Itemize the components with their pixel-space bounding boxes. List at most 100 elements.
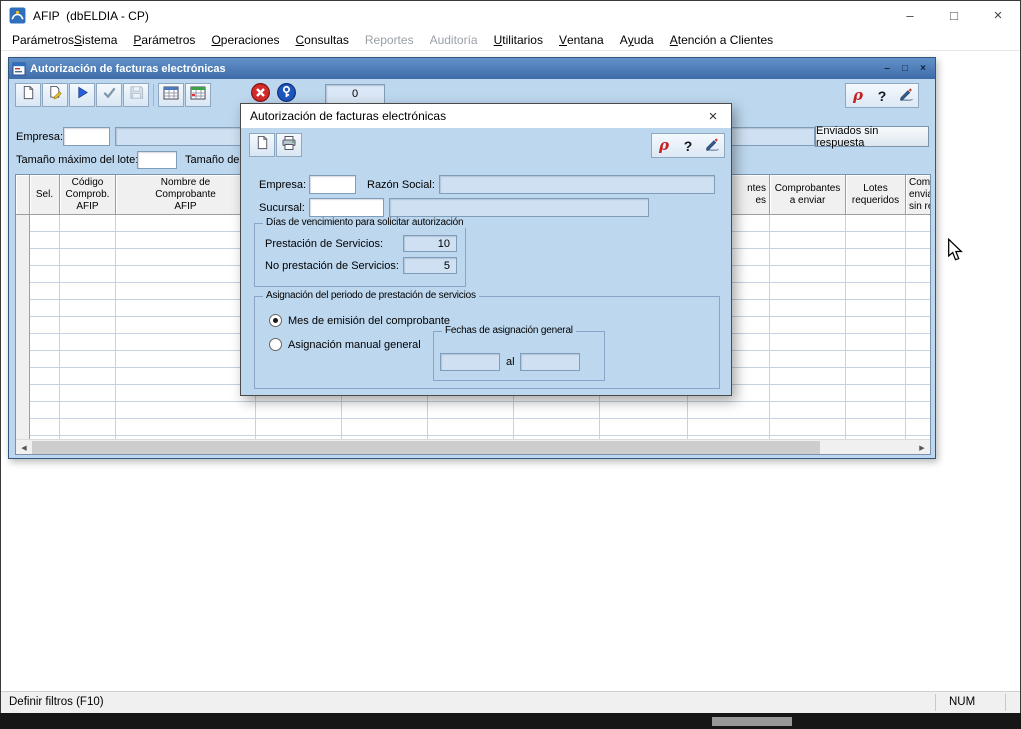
dialog-close-button[interactable]: × <box>695 104 731 128</box>
exit-icon: ρ <box>659 138 669 153</box>
menu-item-utilitarios[interactable]: Utilitarios <box>486 30 551 51</box>
status-bar: Definir filtros (F10) NUM <box>1 691 1020 713</box>
menu-item-auditoria: Auditoría <box>422 30 486 51</box>
signature-pen-icon <box>705 136 720 156</box>
save-button <box>123 83 149 107</box>
scroll-thumb[interactable] <box>32 441 820 454</box>
edit-properties-button[interactable] <box>42 83 68 107</box>
radio-mes-emision[interactable] <box>269 314 282 327</box>
dialog-sucursal-name-field <box>389 198 649 217</box>
menu-accesskey: P <box>133 33 141 47</box>
fechas-group-title: Fechas de asignación general <box>442 325 576 336</box>
dialog-title: Autorización de facturas electrónicas <box>250 109 695 123</box>
menu-accesskey: C <box>296 33 305 47</box>
fechas-group: Fechas de asignación general al <box>433 331 605 381</box>
dialog-print-button[interactable] <box>276 133 302 157</box>
maximize-button[interactable]: □ <box>932 1 976 30</box>
empresa-label: Empresa: <box>16 131 63 143</box>
menu-accesskey: U <box>494 33 503 47</box>
menu-text: entana <box>567 33 604 47</box>
grid-header-cell: Sel. <box>30 175 60 215</box>
menu-accesskey: A <box>670 33 678 47</box>
menu-item-consultas[interactable]: Consultas <box>288 30 357 51</box>
menu-accesskey: V <box>559 33 567 47</box>
toolbar-right-group: ρ ? <box>845 83 919 108</box>
radio-mes-emision-label: Mes de emisión del comprobante <box>288 315 450 327</box>
dialog-empresa-label: Empresa: <box>259 179 306 191</box>
child-titlebar[interactable]: Autorización de facturas electrónicas – … <box>9 58 935 79</box>
taskbar-fragment <box>712 717 792 726</box>
scroll-left-arrow[interactable]: ◀ <box>16 440 32 455</box>
no-prestacion-value-field[interactable]: 5 <box>403 257 457 274</box>
main-titlebar: AFIP (dbELDIA - CP) – □ × <box>1 1 1020 30</box>
menu-bar: Parámetros Sistema Parámetros Operacione… <box>1 30 1020 51</box>
dialog-razon-social-field <box>439 175 715 194</box>
dialog-titlebar[interactable]: Autorización de facturas electrónicas × <box>241 104 731 128</box>
menu-text: Parámetros <box>12 33 74 47</box>
window-bottom-edge <box>0 713 1021 729</box>
tamano-del-label: Tamaño del <box>185 154 242 166</box>
dialog-sucursal-input[interactable] <box>309 198 384 217</box>
grid-header-cell <box>16 175 30 215</box>
fecha-desde-input[interactable] <box>440 353 500 371</box>
dialog-signature-button[interactable] <box>700 134 724 157</box>
al-label: al <box>506 356 515 368</box>
fecha-hasta-input[interactable] <box>520 353 580 371</box>
toolbar-separator <box>153 84 154 106</box>
empresa-code-input[interactable] <box>63 127 110 146</box>
no-prestacion-label: No prestación de Servicios: <box>265 260 399 272</box>
child-close-button[interactable]: × <box>914 61 932 76</box>
dialog-empresa-input[interactable] <box>309 175 356 194</box>
close-button[interactable]: × <box>976 1 1020 30</box>
menu-item-parametros[interactable]: Parámetros <box>125 30 203 51</box>
table-grid-colored-icon <box>190 85 206 106</box>
menu-item-ventana[interactable]: Ventana <box>551 30 612 51</box>
grid-horizontal-scrollbar[interactable]: ◀ ▶ <box>16 439 930 454</box>
scroll-right-arrow[interactable]: ▶ <box>914 440 930 455</box>
child-minimize-button[interactable]: – <box>878 61 896 76</box>
menu-text: Auditoría <box>430 33 478 47</box>
grid-header-cell: Comprobantesa enviar <box>770 175 846 215</box>
signature-button[interactable] <box>894 84 918 107</box>
prestacion-value-field[interactable]: 10 <box>403 235 457 252</box>
application-window: AFIP (dbELDIA - CP) – □ × Parámetros Sis… <box>0 0 1021 729</box>
dialog-exit-button[interactable]: ρ <box>652 134 676 157</box>
menu-text: peraciones <box>221 33 280 47</box>
grid-header-cell: Comprobaenviadosin respu <box>906 175 930 215</box>
periodo-group: Asignación del periodo de prestación de … <box>254 296 720 389</box>
new-document-button[interactable] <box>15 83 41 107</box>
grid-column-line <box>845 215 846 439</box>
execute-button[interactable] <box>69 83 95 107</box>
grid-header-cell: Lotesrequeridos <box>846 175 906 215</box>
dialog-new-button[interactable] <box>249 133 275 157</box>
child-maximize-button[interactable]: □ <box>896 61 914 76</box>
grid-header-cell: CódigoComprob.AFIP <box>60 175 116 215</box>
detail-grid-button[interactable] <box>158 83 184 107</box>
menu-accesskey: O <box>211 33 220 47</box>
help-icon: ? <box>684 139 693 153</box>
menu-item-ayuda[interactable]: Ayuda <box>612 30 662 51</box>
help-icon: ? <box>878 89 887 103</box>
help-button[interactable]: ? <box>870 84 894 107</box>
menu-item-atencion-a-clientes[interactable]: Atención a Clientes <box>662 30 781 51</box>
child-window-icon <box>12 62 26 76</box>
dialog-sucursal-label: Sucursal: <box>259 202 305 214</box>
confirm-button[interactable] <box>96 83 122 107</box>
tamano-lote-input[interactable] <box>137 151 177 169</box>
radio-asignacion-manual[interactable] <box>269 338 282 351</box>
execute-play-icon <box>75 85 90 105</box>
lot-grid-button[interactable] <box>185 83 211 107</box>
printer-icon <box>281 135 297 156</box>
child-window-title: Autorización de facturas electrónicas <box>30 63 878 75</box>
status-separator <box>1005 694 1006 711</box>
pending-counter-field: 0 <box>325 84 385 104</box>
enviados-sin-respuesta-button[interactable]: Enviados sin respuesta <box>815 126 929 147</box>
exit-button[interactable]: ρ <box>846 84 870 107</box>
dialog-help-button[interactable]: ? <box>676 134 700 157</box>
minimize-button[interactable]: – <box>888 1 932 30</box>
menu-item-operaciones[interactable]: Operaciones <box>203 30 287 51</box>
save-floppy-icon <box>129 85 144 105</box>
menu-item-parametros-sistema[interactable]: Parámetros Sistema <box>4 30 125 51</box>
main-window-title: AFIP (dbELDIA - CP) <box>33 9 149 23</box>
exit-icon: ρ <box>853 88 863 103</box>
